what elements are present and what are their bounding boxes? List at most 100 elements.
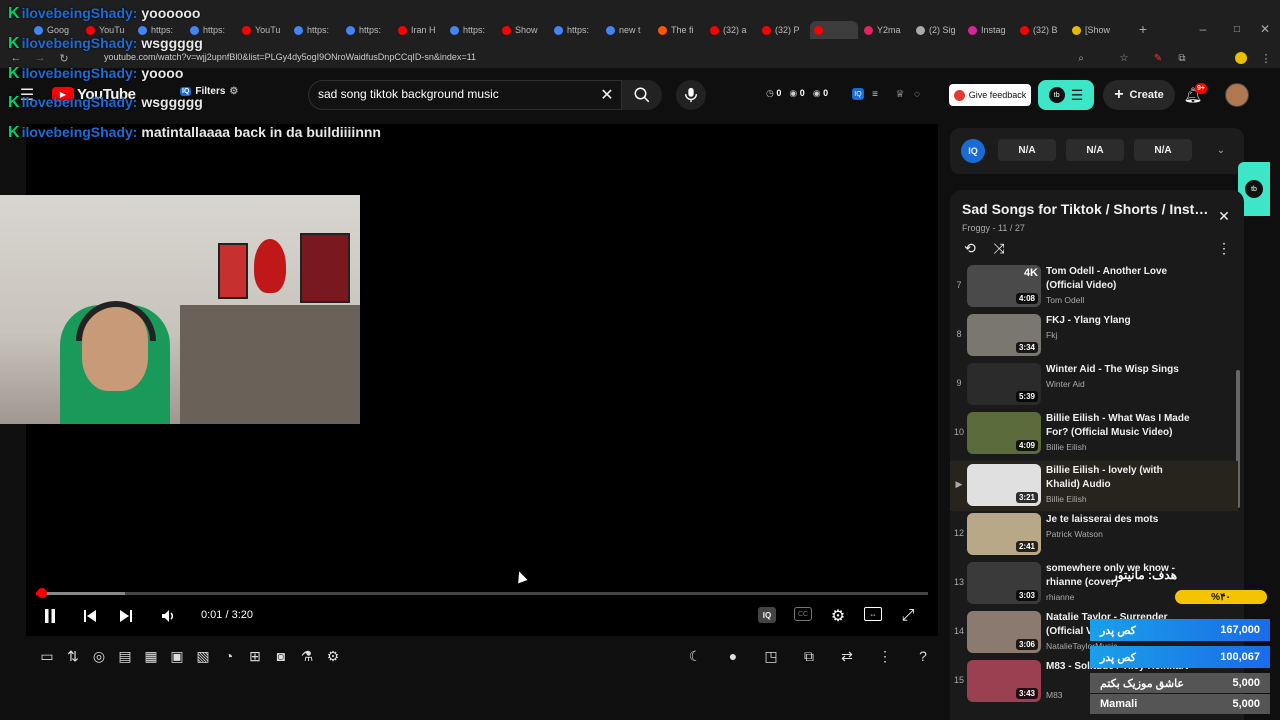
- toolbar-settings-icon[interactable]: ⚙: [322, 645, 344, 667]
- new-tab-button[interactable]: +: [1136, 21, 1150, 37]
- channel-name[interactable]: Fkj: [1046, 330, 1057, 340]
- browser-tab[interactable]: Instag: [964, 21, 1014, 39]
- browser-tab[interactable]: Y2ma: [860, 21, 910, 39]
- browser-tab[interactable]: [810, 21, 858, 39]
- iq-player-icon[interactable]: IQ: [758, 607, 776, 623]
- tubebuddy-button[interactable]: tb ☰: [1038, 80, 1094, 110]
- browser-tab[interactable]: (32) a: [706, 21, 756, 39]
- channel-name[interactable]: rhianne: [1046, 592, 1074, 602]
- video-title[interactable]: FKJ - Ylang Ylang: [1046, 314, 1196, 328]
- more-options-icon[interactable]: ⋮: [874, 645, 896, 667]
- close-playlist-icon[interactable]: ✕: [1216, 208, 1232, 224]
- screenshot-camera-icon[interactable]: ◙: [270, 645, 292, 667]
- video-title[interactable]: Winter Aid - The Wisp Sings: [1046, 363, 1196, 377]
- create-button[interactable]: + Create: [1103, 80, 1175, 110]
- video-thumbnail[interactable]: 3:34: [967, 314, 1041, 356]
- picture-icon[interactable]: ▣: [166, 645, 188, 667]
- video-thumbnail[interactable]: 5:39: [967, 363, 1041, 405]
- extension-icon[interactable]: ✎: [1152, 52, 1164, 64]
- previous-button[interactable]: [78, 604, 102, 628]
- video-thumbnail[interactable]: 3:21: [967, 464, 1041, 506]
- browser-tab[interactable]: [Show: [1068, 21, 1118, 39]
- light-bulb-icon[interactable]: ●: [722, 645, 744, 667]
- clear-search-icon[interactable]: ✕: [598, 86, 616, 104]
- search-button[interactable]: [622, 80, 662, 110]
- audio-icon[interactable]: ◎: [88, 645, 110, 667]
- minimize-button[interactable]: –: [1196, 22, 1210, 36]
- extensions-puzzle-icon[interactable]: ⧉: [1176, 52, 1188, 64]
- shuffle-icon[interactable]: ⤨: [990, 239, 1008, 257]
- playlist-menu-icon[interactable]: ⋮: [1216, 239, 1232, 257]
- loop-icon[interactable]: ⟲: [961, 239, 979, 257]
- playlist-title[interactable]: Sad Songs for Tiktok / Shorts / Insta...: [962, 201, 1212, 217]
- playlist-item[interactable]: 10 4:09 Billie Eilish - What Was I Made Fo…: [950, 409, 1238, 459]
- settings-gear-icon[interactable]: ⚙: [826, 604, 850, 628]
- zoom-icon[interactable]: ⌕: [1075, 52, 1087, 64]
- theater-mode-icon[interactable]: ⇔: [864, 607, 882, 621]
- list-icon[interactable]: ≡: [869, 88, 881, 100]
- back-icon[interactable]: ←: [10, 52, 22, 64]
- browser-tab[interactable]: Iran H: [394, 21, 444, 39]
- browser-tab[interactable]: https:: [342, 21, 392, 39]
- video-thumbnail[interactable]: 4:09: [967, 412, 1041, 454]
- subtitles-icon[interactable]: CC: [794, 607, 812, 621]
- channel-name[interactable]: Patrick Watson: [1046, 529, 1103, 539]
- iq-badge[interactable]: IQ: [961, 139, 985, 163]
- playlist-item[interactable]: ▶ 3:21 Billie Eilish - lovely (with Khalid…: [950, 461, 1238, 511]
- playlist-item[interactable]: 8 3:34 FKJ - Ylang Ylang Fkj: [950, 311, 1238, 361]
- profile-avatar-icon[interactable]: [1235, 52, 1247, 64]
- browser-tab[interactable]: (2) Sig: [912, 21, 962, 39]
- iq-pill[interactable]: N/A: [1066, 139, 1124, 161]
- browser-tab[interactable]: https:: [290, 21, 340, 39]
- screen-icon[interactable]: ▧: [192, 645, 214, 667]
- video-title[interactable]: Billie Eilish - What Was I Made For? (Of…: [1046, 412, 1196, 440]
- help-icon[interactable]: ?: [912, 645, 934, 667]
- browser-tab[interactable]: YouTu: [238, 21, 288, 39]
- browser-tab[interactable]: The fi: [654, 21, 704, 39]
- video-title[interactable]: Tom Odell - Another Love (Official Video…: [1046, 265, 1196, 293]
- reload-icon[interactable]: ↻: [58, 52, 70, 65]
- channel-name[interactable]: Tom Odell: [1046, 295, 1084, 305]
- caption-box-icon[interactable]: ▤: [114, 645, 136, 667]
- mini-player-icon[interactable]: ◳: [760, 645, 782, 667]
- progress-bar[interactable]: [36, 592, 928, 595]
- give-feedback-button[interactable]: Give feedback: [949, 84, 1031, 106]
- channel-name[interactable]: M83: [1046, 690, 1063, 700]
- volume-button[interactable]: [157, 604, 181, 628]
- video-title[interactable]: Je te laisserai des mots: [1046, 513, 1196, 527]
- browser-menu-icon[interactable]: ⋮: [1260, 52, 1272, 65]
- video-thumbnail[interactable]: 2:41: [967, 513, 1041, 555]
- channel-name[interactable]: Billie Eilish: [1046, 442, 1087, 452]
- browser-tab[interactable]: (32) P: [758, 21, 808, 39]
- channel-name[interactable]: Billie Eilish: [1046, 494, 1087, 504]
- close-window-button[interactable]: ✕: [1258, 22, 1272, 36]
- search-input[interactable]: sad song tiktok background music: [318, 87, 499, 101]
- popout-icon[interactable]: ⧉: [798, 645, 820, 667]
- dark-mode-moon-icon[interactable]: ☾: [684, 645, 706, 667]
- playlist-item[interactable]: 7 4K 4:08 Tom Odell - Another Love (Officia…: [950, 262, 1238, 312]
- next-button[interactable]: [114, 604, 138, 628]
- film-icon[interactable]: ▦: [140, 645, 162, 667]
- iq-toolbar-icon[interactable]: IQ: [852, 88, 864, 100]
- sort-arrows-icon[interactable]: ⇅: [62, 645, 84, 667]
- playlist-item[interactable]: 12 2:41 Je te laisserai des mots Patrick Wa…: [950, 510, 1238, 560]
- camera-record-icon[interactable]: ▭: [36, 645, 58, 667]
- video-thumbnail[interactable]: 4K 4:08: [967, 265, 1041, 307]
- video-thumbnail[interactable]: 3:03: [967, 562, 1041, 604]
- bookmark-star-icon[interactable]: ☆: [1118, 52, 1130, 64]
- maximize-button[interactable]: □: [1230, 22, 1244, 36]
- browser-tab[interactable]: Show: [498, 21, 548, 39]
- voice-search-button[interactable]: [676, 80, 706, 110]
- progress-scrubber[interactable]: [37, 588, 47, 598]
- browser-tab[interactable]: (32) B: [1016, 21, 1066, 39]
- speed-gauge-icon[interactable]: ◔: [218, 645, 240, 667]
- pause-button[interactable]: [38, 604, 62, 628]
- video-thumbnail[interactable]: 3:43: [967, 660, 1041, 702]
- account-avatar[interactable]: [1225, 83, 1249, 107]
- video-thumbnail[interactable]: 3:06: [967, 611, 1041, 653]
- flask-icon[interactable]: ⚗: [296, 645, 318, 667]
- channel-name[interactable]: Winter Aid: [1046, 379, 1085, 389]
- playlist-item[interactable]: 9 5:39 Winter Aid - The Wisp Sings Winter A…: [950, 360, 1238, 410]
- browser-tab[interactable]: https:: [550, 21, 600, 39]
- iq-pill[interactable]: N/A: [1134, 139, 1192, 161]
